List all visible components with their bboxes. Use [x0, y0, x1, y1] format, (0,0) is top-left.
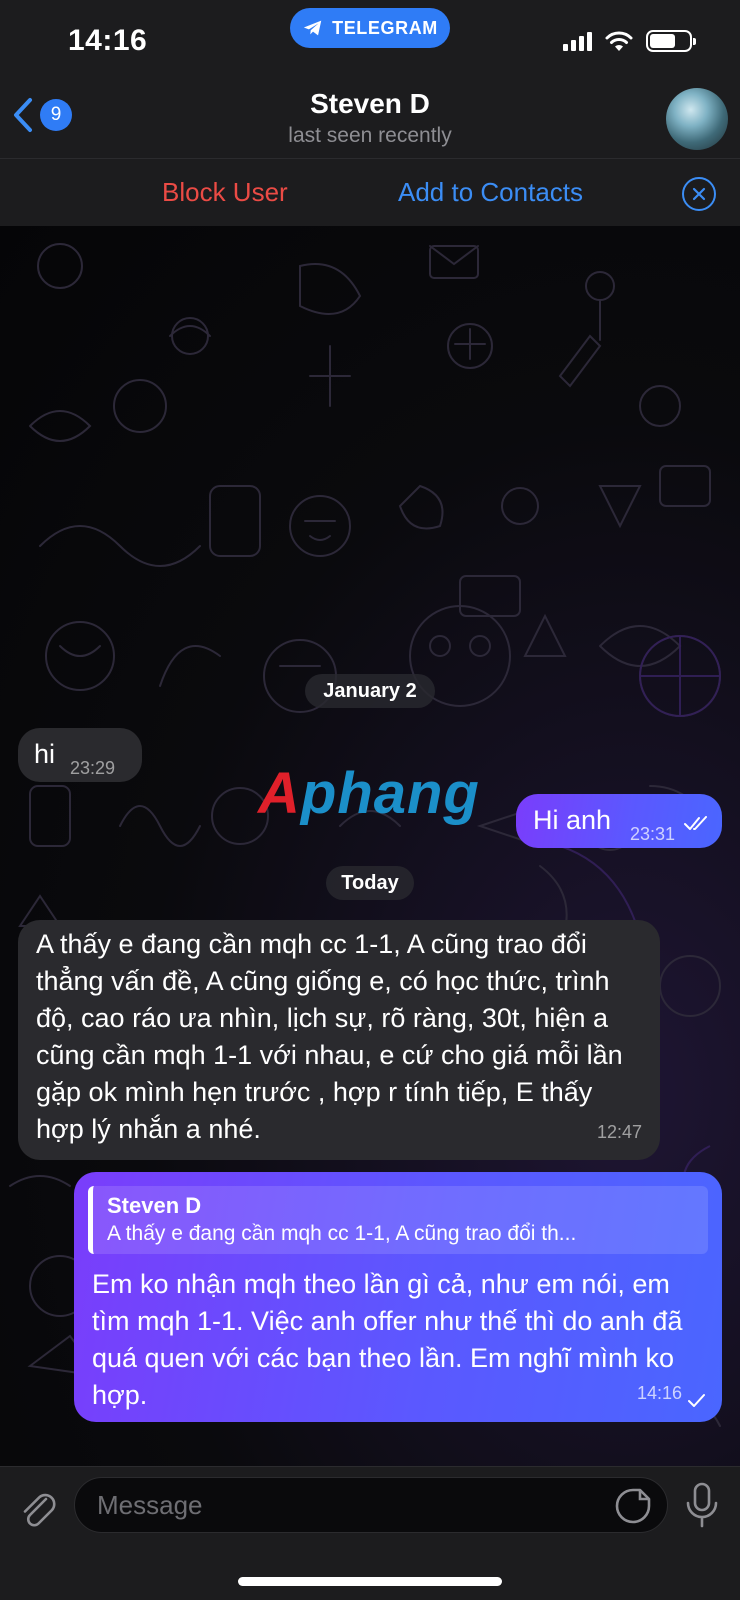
message-input[interactable]	[74, 1477, 668, 1533]
message-time: 14:16	[636, 1383, 682, 1403]
contact-action-bar: Block User Add to Contacts	[0, 158, 740, 226]
message-text: A thấy e đang cần mqh cc 1-1, A cũng tra…	[36, 929, 623, 1144]
wifi-icon	[605, 31, 633, 51]
reply-quote[interactable]: Steven D A thấy e đang cần mqh cc 1-1, A…	[88, 1186, 708, 1254]
message-outgoing[interactable]: Hi anh 23:31	[516, 794, 722, 848]
double-check-icon	[684, 816, 707, 830]
status-icons	[563, 30, 696, 52]
close-icon	[692, 187, 706, 201]
message-text: Em ko nhận mqh theo lần gì cả, như em nó…	[92, 1269, 683, 1410]
message-text: Hi anh	[533, 805, 612, 835]
chat-header: 9 Steven D last seen recently	[0, 80, 740, 158]
battery-icon	[646, 30, 696, 52]
sticker-icon[interactable]	[614, 1487, 652, 1525]
telegram-pill[interactable]: TELEGRAM	[290, 8, 450, 48]
status-time: 14:16	[68, 24, 148, 57]
status-bar: 14:16 TELEGRAM	[0, 0, 740, 80]
close-action-bar-button[interactable]	[682, 177, 716, 211]
signal-icon	[563, 31, 592, 51]
add-to-contacts-button[interactable]: Add to Contacts	[398, 177, 583, 208]
reply-author: Steven D	[107, 1193, 202, 1218]
message-time: 23:29	[70, 758, 116, 778]
chat-area[interactable]: Aphang January 2 hi 23:29 Hi anh 23:31 T…	[0, 226, 740, 1466]
microphone-icon[interactable]	[684, 1481, 720, 1529]
message-incoming[interactable]: hi 23:29	[18, 728, 142, 782]
block-user-button[interactable]: Block User	[162, 177, 288, 208]
watermark-part-1: A	[258, 761, 301, 826]
watermark-part-2: phang	[300, 761, 480, 826]
contact-name[interactable]: Steven D	[0, 88, 740, 120]
paperclip-icon[interactable]	[16, 1485, 60, 1529]
message-composer	[0, 1466, 740, 1600]
message-text: hi	[34, 739, 56, 769]
date-separator: Today	[326, 866, 414, 900]
telegram-icon	[303, 20, 322, 36]
message-time: 23:31	[630, 824, 676, 844]
home-indicator	[238, 1577, 502, 1586]
watermark-logo: Aphang	[258, 760, 480, 827]
check-icon	[688, 1394, 705, 1407]
message-incoming[interactable]: A thấy e đang cần mqh cc 1-1, A cũng tra…	[18, 920, 660, 1160]
avatar[interactable]	[666, 88, 728, 150]
telegram-pill-label: TELEGRAM	[332, 17, 438, 38]
message-time: 12:47	[596, 1122, 642, 1142]
reply-text: A thấy e đang cần mqh cc 1-1, A cũng tra…	[107, 1222, 577, 1245]
message-outgoing[interactable]: Steven D A thấy e đang cần mqh cc 1-1, A…	[74, 1172, 722, 1422]
date-separator: January 2	[305, 674, 435, 708]
contact-status: last seen recently	[288, 124, 452, 147]
